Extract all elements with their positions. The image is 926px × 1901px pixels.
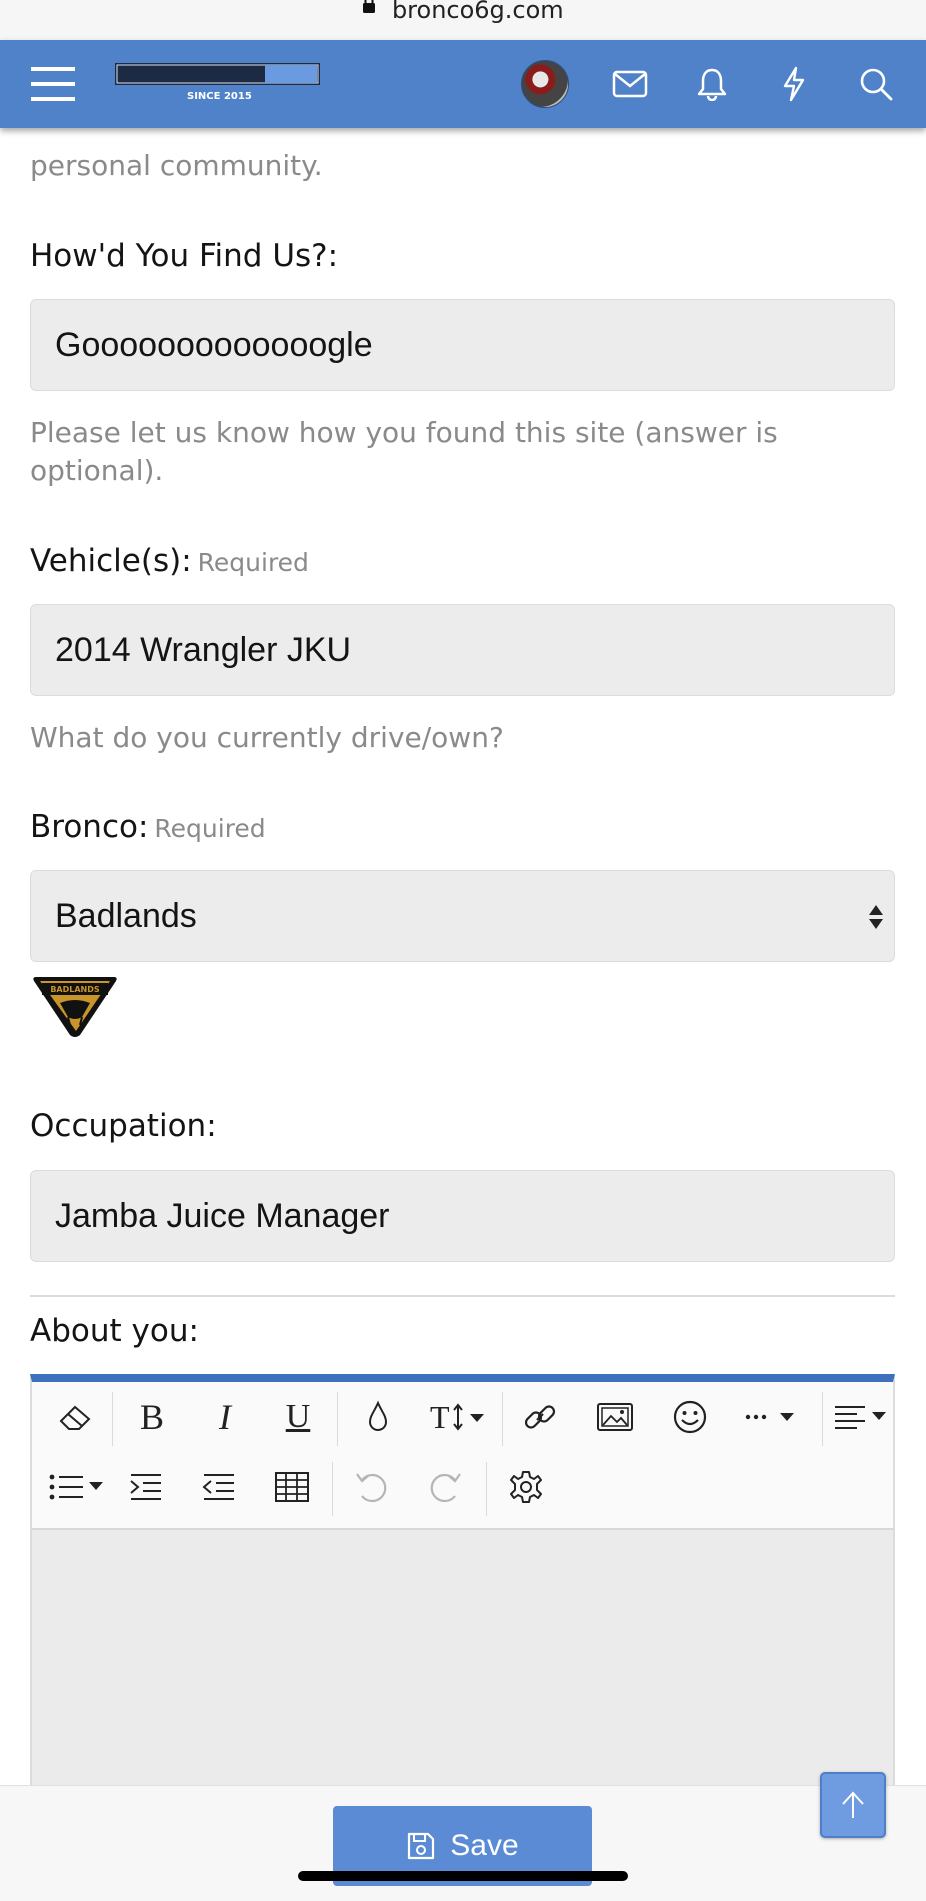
whats-new-button[interactable] [770, 40, 818, 128]
vehicles-label: Vehicle(s): Required [30, 543, 309, 579]
bronco-label: Bronco: Required [30, 809, 266, 845]
svg-text:T: T [430, 1400, 450, 1434]
inbox-button[interactable] [606, 40, 654, 128]
found-us-value: Gooooooooooooogle [55, 325, 373, 364]
avatar [521, 60, 569, 108]
occupation-input[interactable]: Jamba Juice Manager [30, 1170, 895, 1262]
about-editor-textarea[interactable] [32, 1528, 893, 1800]
remove-format-button[interactable] [48, 1394, 104, 1440]
emoji-button[interactable] [662, 1394, 718, 1440]
emoji-icon [673, 1400, 707, 1434]
alerts-button[interactable] [688, 40, 736, 128]
bronco-selected-value: Badlands [55, 896, 197, 935]
italic-button[interactable]: I [197, 1394, 253, 1440]
link-button[interactable] [512, 1394, 568, 1440]
logo-tagline: SINCE 2015 [187, 91, 252, 102]
bronco-select[interactable]: Badlands [30, 870, 895, 962]
scroll-to-top-button[interactable] [820, 1772, 886, 1838]
intro-text: personal community. [30, 149, 323, 182]
vehicles-input[interactable]: 2014 Wrangler JKU [30, 604, 895, 696]
table-icon [275, 1472, 309, 1502]
font-size-button[interactable]: T [422, 1394, 492, 1440]
badlands-badge-icon: BADLANDS [33, 977, 117, 1037]
found-us-hint: Please let us know how you found this si… [30, 416, 778, 487]
home-indicator [298, 1871, 628, 1881]
redo-button[interactable] [417, 1464, 473, 1510]
found-us-input[interactable]: Gooooooooooooogle [30, 299, 895, 391]
bronco-label-text: Bronco: [30, 809, 149, 845]
lightning-icon [783, 66, 805, 102]
more-options-button[interactable] [732, 1394, 812, 1440]
bell-icon [697, 68, 727, 101]
italic-icon: I [219, 1397, 231, 1437]
badlands-badge: BADLANDS [30, 973, 120, 1043]
account-avatar-button[interactable] [520, 40, 570, 128]
site-logo[interactable]: SINCE 2015 [115, 60, 320, 106]
occupation-value: Jamba Juice Manager [55, 1196, 390, 1235]
link-icon [524, 1405, 556, 1429]
occupation-label: Occupation: [30, 1108, 217, 1144]
vehicles-label-text: Vehicle(s): [30, 543, 192, 579]
required-tag: Required [154, 814, 266, 843]
bold-icon: B [139, 1397, 164, 1437]
undo-button[interactable] [344, 1464, 400, 1510]
redo-icon [430, 1473, 461, 1503]
save-icon [408, 1832, 435, 1860]
table-button[interactable] [264, 1464, 320, 1510]
list-icon [49, 1474, 103, 1500]
outdent-button[interactable] [191, 1464, 247, 1510]
underline-button[interactable]: U [270, 1394, 326, 1440]
editor-toolbar-row-1: B I U T [32, 1382, 893, 1452]
indent-icon [130, 1474, 161, 1500]
lock-icon [363, 0, 376, 13]
arrow-up-icon [842, 1791, 864, 1818]
settings-icon [510, 1471, 542, 1503]
about-label: About you: [30, 1313, 199, 1349]
align-icon [835, 1406, 886, 1429]
envelope-icon [612, 70, 648, 98]
underline-icon: U [285, 1398, 311, 1435]
align-button[interactable] [830, 1394, 890, 1440]
outdent-icon [202, 1474, 234, 1500]
select-arrows-icon [869, 905, 883, 929]
text-color-icon [368, 1400, 388, 1431]
editor-toolbar-row-2 [32, 1452, 893, 1522]
url-text: bronco6g.com [391, 0, 564, 24]
found-us-label: How'd You Find Us?: [30, 238, 339, 274]
section-divider [30, 1295, 895, 1297]
save-label: Save [450, 1829, 519, 1862]
text-color-button[interactable] [350, 1394, 406, 1440]
undo-icon [356, 1473, 387, 1503]
browser-url-bar[interactable]: bronco6g.com [0, 0, 926, 40]
image-button[interactable] [587, 1394, 643, 1440]
indent-button[interactable] [118, 1464, 174, 1510]
menu-button[interactable] [25, 40, 81, 128]
top-navbar: SINCE 2015 [0, 40, 926, 128]
badge-text: BADLANDS [50, 985, 100, 994]
search-icon [860, 68, 893, 101]
form-footer: Save [0, 1785, 926, 1901]
editor-settings-button[interactable] [498, 1464, 554, 1510]
required-tag: Required [197, 548, 309, 577]
font-size-icon: T [430, 1400, 484, 1434]
image-icon [597, 1403, 633, 1431]
list-button[interactable] [42, 1464, 112, 1510]
bold-button[interactable]: B [124, 1394, 180, 1440]
rich-text-editor: B I U T [30, 1374, 895, 1800]
more-icon [745, 1413, 794, 1421]
vehicles-value: 2014 Wrangler JKU [55, 630, 352, 669]
hamburger-icon [31, 67, 75, 101]
vehicles-hint: What do you currently drive/own? [30, 721, 504, 754]
search-button[interactable] [852, 40, 900, 128]
eraser-icon [59, 1405, 91, 1430]
logo-graphic [115, 63, 320, 85]
